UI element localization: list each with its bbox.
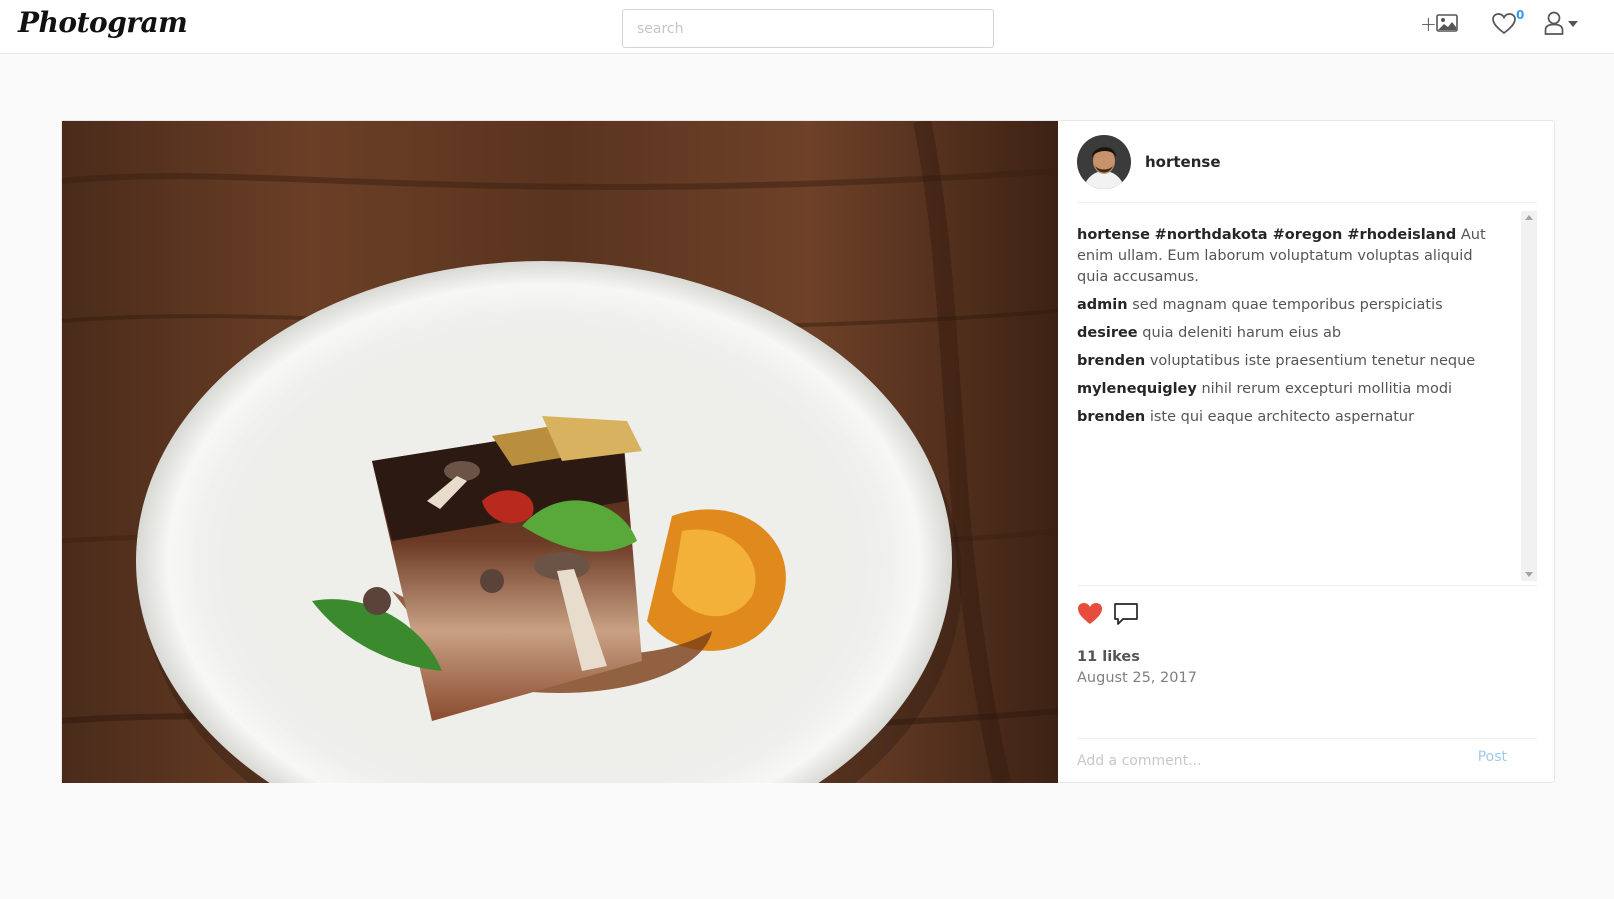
caption: hortense #northdakota #oregon #rhodeisla…	[1077, 225, 1507, 288]
comment-item: mylenequigley nihil rerum excepturi moll…	[1077, 379, 1507, 400]
heart-filled-icon	[1078, 603, 1102, 624]
comment-item: admin sed magnam quae temporibus perspic…	[1077, 295, 1507, 316]
comment-username[interactable]: hortense	[1077, 227, 1150, 243]
post-card: hortense hortense #northdakota #oregon #…	[61, 120, 1555, 783]
comment-text: iste qui eaque architecto aspernatur	[1149, 409, 1415, 425]
search-input[interactable]	[622, 9, 994, 48]
user-menu-button[interactable]	[1544, 11, 1586, 41]
comment-text: sed magnam quae temporibus perspiciatis	[1132, 297, 1443, 313]
post-photo[interactable]	[62, 121, 1058, 783]
add-comment-form: Post	[1077, 738, 1537, 783]
heart-outline-icon	[1492, 13, 1516, 35]
comment-username[interactable]: brenden	[1077, 409, 1145, 425]
comment-username[interactable]: mylenequigley	[1077, 381, 1197, 397]
comment-item: desiree quia deleniti harum eius ab	[1077, 323, 1507, 344]
like-button[interactable]	[1077, 602, 1103, 630]
post-actions: 11 likes August 25, 2017	[1077, 585, 1537, 705]
comment-input[interactable]	[1077, 749, 1457, 773]
likes-button[interactable]: 0	[1492, 8, 1528, 41]
comment-button[interactable]	[1113, 602, 1139, 631]
author-username[interactable]: hortense	[1145, 153, 1221, 171]
post-author: hortense	[1077, 135, 1537, 203]
comment-username[interactable]: admin	[1077, 297, 1128, 313]
brand-logo[interactable]: Photogram	[18, 6, 188, 39]
comment-item: brenden voluptatibus iste praesentium te…	[1077, 351, 1507, 372]
scroll-down-arrow-icon[interactable]	[1525, 572, 1533, 577]
comments-list: hortense #northdakota #oregon #rhodeisla…	[1077, 225, 1507, 435]
speech-bubble-icon	[1114, 603, 1138, 625]
comment-item: brenden iste qui eaque architecto aspern…	[1077, 407, 1507, 428]
likes-count[interactable]: 11 likes	[1077, 649, 1140, 665]
comments-section: hortense #northdakota #oregon #rhodeisla…	[1077, 211, 1537, 587]
plus-icon: +	[1420, 12, 1437, 36]
upload-photo-button[interactable]: +	[1420, 11, 1462, 41]
comment-text: voluptatibus iste praesentium tenetur ne…	[1149, 353, 1476, 369]
comment-username[interactable]: desiree	[1077, 325, 1138, 341]
navbar: Photogram + 0	[0, 0, 1614, 54]
image-icon	[1436, 14, 1458, 32]
likes-count-badge: 0	[1516, 8, 1525, 22]
user-icon	[1544, 11, 1564, 35]
scroll-up-arrow-icon[interactable]	[1525, 215, 1533, 220]
avatar[interactable]	[1077, 135, 1131, 189]
scroll-thumb[interactable]	[1523, 225, 1535, 567]
comment-text: nihil rerum excepturi mollitia modi	[1201, 381, 1453, 397]
post-sidebar: hortense hortense #northdakota #oregon #…	[1077, 121, 1537, 783]
comments-scrollbar[interactable]	[1521, 211, 1537, 581]
post-date: August 25, 2017	[1077, 670, 1197, 686]
comment-username[interactable]: brenden	[1077, 353, 1145, 369]
post-comment-button[interactable]: Post	[1478, 749, 1507, 765]
caption-hashtags[interactable]: #northdakota #oregon #rhodeisland	[1155, 227, 1457, 243]
comment-text: quia deleniti harum eius ab	[1142, 325, 1342, 341]
caret-down-icon	[1568, 21, 1578, 27]
